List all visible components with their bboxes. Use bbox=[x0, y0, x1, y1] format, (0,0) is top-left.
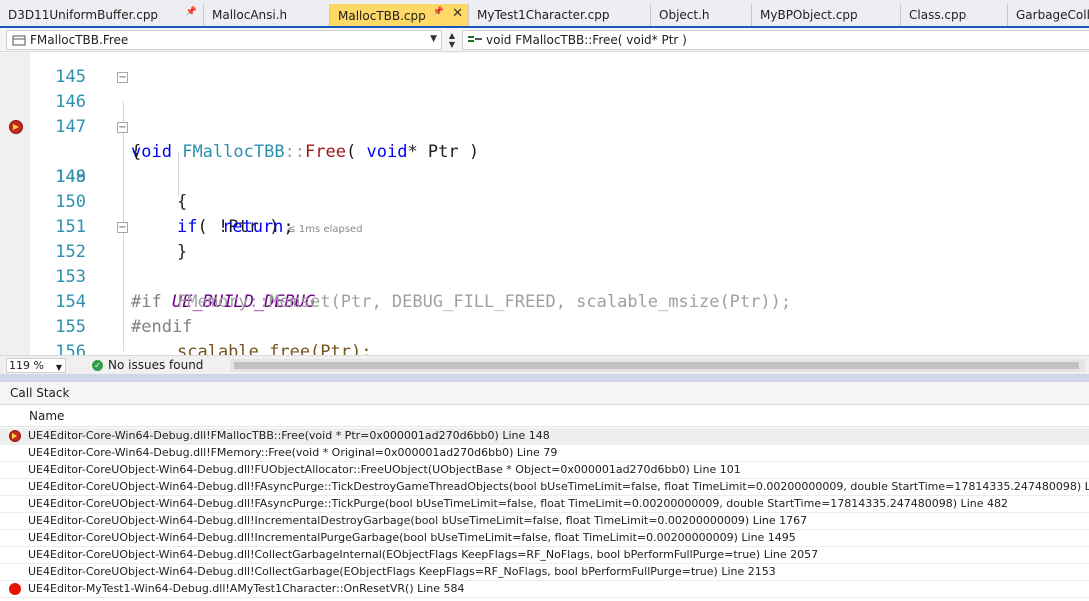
tab-malloctbb[interactable]: MallocTBB.cpp 📌 ✕ bbox=[330, 4, 469, 26]
chevron-down-icon[interactable]: ▼ bbox=[56, 361, 62, 374]
stack-frame-row[interactable]: UE4Editor-CoreUObject-Win64-Debug.dll!FU… bbox=[0, 462, 1089, 479]
stack-frame-text: UE4Editor-CoreUObject-Win64-Debug.dll!In… bbox=[28, 531, 796, 544]
tab-label: GarbageColl bbox=[1016, 8, 1089, 22]
stack-frame-row[interactable]: UE4Editor-MyTest1-Win64-Debug.dll!AMyTes… bbox=[0, 581, 1089, 598]
code-line-149[interactable]: 149 { bbox=[0, 140, 1089, 212]
column-header-label: Name bbox=[29, 409, 65, 423]
tab-object-h[interactable]: Object.h bbox=[651, 4, 752, 26]
zoom-dropdown[interactable]: 119 % ▼ bbox=[6, 358, 66, 373]
pin-icon[interactable]: 📌 bbox=[186, 7, 197, 17]
stack-frame-text: UE4Editor-CoreUObject-Win64-Debug.dll!FA… bbox=[28, 480, 1089, 493]
member-dropdown[interactable]: void FMallocTBB::Free( void* Ptr ) bbox=[462, 30, 1089, 50]
stack-frame-row[interactable]: UE4Editor-CoreUObject-Win64-Debug.dll!Co… bbox=[0, 564, 1089, 581]
call-stack-panel: Name UE4Editor-Core-Win64-Debug.dll!FMal… bbox=[0, 404, 1089, 601]
current-frame-arrow-icon bbox=[9, 430, 21, 442]
navigation-bar: FMallocTBB.Free ▼ ▲ ▼ void FMallocTBB::Fr… bbox=[0, 28, 1089, 52]
stack-frame-row[interactable]: UE4Editor-CoreUObject-Win64-Debug.dll!FA… bbox=[0, 496, 1089, 513]
issues-text: No issues found bbox=[108, 358, 204, 372]
tab-d3d11uniformbuffer[interactable]: D3D11UniformBuffer.cpp 📌 bbox=[0, 4, 204, 26]
stack-frame-text: UE4Editor-CoreUObject-Win64-Debug.dll!Co… bbox=[28, 565, 776, 578]
breakpoint-icon bbox=[9, 583, 21, 595]
split-arrows-icon[interactable]: ▲ ▼ bbox=[445, 30, 459, 50]
collapse-icon[interactable]: − bbox=[117, 222, 128, 233]
tab-class-cpp[interactable]: Class.cpp bbox=[901, 4, 1008, 26]
stack-frame-row[interactable]: UE4Editor-Core-Win64-Debug.dll!FMemory::… bbox=[0, 445, 1089, 462]
issues-indicator[interactable]: ✓ No issues found bbox=[92, 358, 203, 372]
tab-garbagecollection[interactable]: GarbageColl bbox=[1008, 4, 1089, 26]
stack-frame-row[interactable]: UE4Editor-Core-Win64-Debug.dll!FMallocTB… bbox=[0, 428, 1089, 445]
stack-frame-text: UE4Editor-Core-Win64-Debug.dll!FMemory::… bbox=[28, 446, 558, 459]
editor-status-bar: 119 % ▼ ✓ No issues found bbox=[0, 355, 1089, 374]
tab-label: D3D11UniformBuffer.cpp bbox=[8, 8, 159, 22]
stack-frame-row[interactable]: UE4Editor-CoreUObject-Win64-Debug.dll!In… bbox=[0, 513, 1089, 530]
document-tab-bar: D3D11UniformBuffer.cpp 📌 MallocAnsi.h Ma… bbox=[0, 0, 1089, 28]
member-value: void FMallocTBB::Free( void* Ptr ) bbox=[486, 33, 687, 47]
stack-frame-text: UE4Editor-CoreUObject-Win64-Debug.dll!FU… bbox=[28, 463, 741, 476]
stack-frame-text: UE4Editor-CoreUObject-Win64-Debug.dll!FA… bbox=[28, 497, 1008, 510]
tab-label: Class.cpp bbox=[909, 8, 967, 22]
code-line-147[interactable]: 147 { bbox=[0, 90, 1089, 162]
close-icon[interactable]: ✕ bbox=[452, 6, 463, 21]
tab-label: MyBPObject.cpp bbox=[760, 8, 858, 22]
stack-frame-text: UE4Editor-MyTest1-Win64-Debug.dll!AMyTes… bbox=[28, 582, 465, 595]
scrollbar-thumb[interactable] bbox=[234, 362, 1079, 369]
column-header-name[interactable]: Name bbox=[0, 406, 1089, 427]
code-line-146[interactable]: 146 − void FMallocTBB::Free( void* Ptr ) bbox=[0, 65, 1089, 162]
tab-mallocansi[interactable]: MallocAnsi.h bbox=[204, 4, 330, 26]
method-icon bbox=[467, 33, 483, 47]
code-line-153[interactable]: 153 FMemory::Memset(Ptr, DEBUG_FILL_FREE… bbox=[0, 240, 1089, 312]
collapse-icon[interactable]: − bbox=[117, 72, 128, 83]
stack-frame-text: UE4Editor-CoreUObject-Win64-Debug.dll!Co… bbox=[28, 548, 819, 561]
chevron-down-icon[interactable]: ▼ bbox=[430, 34, 437, 44]
zoom-value: 119 % bbox=[9, 359, 44, 372]
panel-splitter[interactable] bbox=[0, 374, 1089, 382]
tab-label: MallocTBB.cpp bbox=[338, 9, 426, 23]
check-icon: ✓ bbox=[92, 359, 103, 371]
scope-value: FMallocTBB.Free bbox=[30, 33, 129, 47]
code-editor[interactable]: 145 146 − void FMallocTBB::Free( void* P… bbox=[0, 53, 1089, 355]
stack-frame-row[interactable]: UE4Editor-CoreUObject-Win64-Debug.dll!FA… bbox=[0, 479, 1089, 496]
tab-mybpobject[interactable]: MyBPObject.cpp bbox=[752, 4, 901, 26]
pin-icon[interactable]: 📌 bbox=[433, 7, 444, 17]
stack-frame-row[interactable]: UE4Editor-CoreUObject-Win64-Debug.dll!Co… bbox=[0, 547, 1089, 564]
code-line-157[interactable]: 157 } bbox=[0, 340, 1089, 355]
code-line-151[interactable]: 151 } bbox=[0, 190, 1089, 262]
code-line-152[interactable]: 152 − #if UE_BUILD_DEBUG bbox=[0, 215, 1089, 312]
tab-mytest1character[interactable]: MyTest1Character.cpp bbox=[469, 4, 651, 26]
current-statement-arrow-icon[interactable] bbox=[9, 120, 23, 134]
code-line-148[interactable]: 148 − if( !Ptr ) ≤ 1ms elapsed bbox=[0, 115, 1089, 237]
tab-label: MallocAnsi.h bbox=[212, 8, 288, 22]
collapse-icon[interactable]: − bbox=[117, 122, 128, 133]
tab-label: MyTest1Character.cpp bbox=[477, 8, 610, 22]
class-scope-icon bbox=[11, 33, 27, 47]
code-line-155[interactable]: 155 scalable_free(Ptr); bbox=[0, 290, 1089, 355]
stack-frame-text: UE4Editor-Core-Win64-Debug.dll!FMallocTB… bbox=[28, 429, 550, 442]
code-line-145: 145 bbox=[0, 53, 1089, 87]
call-stack-title[interactable]: Call Stack bbox=[0, 382, 1089, 404]
stack-frame-row[interactable]: UE4Editor-CoreUObject-Win64-Debug.dll!In… bbox=[0, 530, 1089, 547]
horizontal-scrollbar[interactable] bbox=[230, 359, 1085, 372]
code-line-150[interactable]: 150 return; bbox=[0, 165, 1089, 237]
stack-frame-text: UE4Editor-CoreUObject-Win64-Debug.dll!In… bbox=[28, 514, 808, 527]
code-line-154[interactable]: 154 #endif bbox=[0, 265, 1089, 337]
scope-dropdown[interactable]: FMallocTBB.Free ▼ bbox=[6, 30, 442, 50]
code-line-156[interactable]: 156 bbox=[0, 315, 1089, 355]
tab-label: Object.h bbox=[659, 8, 710, 22]
